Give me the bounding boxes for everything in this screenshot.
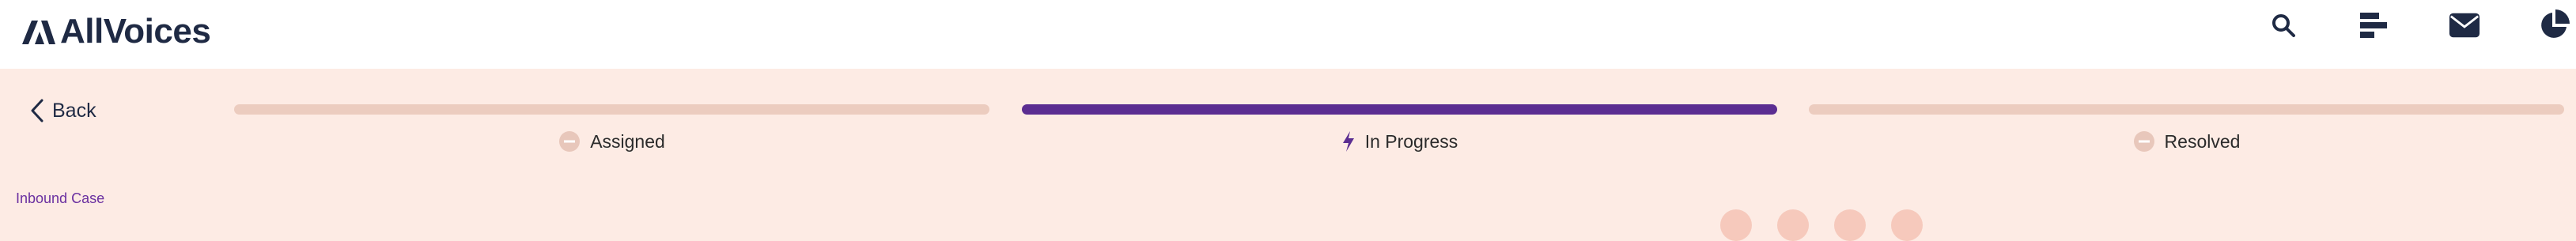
allvoices-logo-mark-icon: [22, 21, 55, 44]
step-assigned: Assigned: [234, 104, 989, 153]
case-progress-panel: Back Assigned In Progress Resolved Inbou…: [0, 69, 2576, 241]
case-type-label: Inbound Case: [16, 190, 105, 206]
brand-name: AllVoices: [60, 12, 211, 51]
list-icon[interactable]: [2358, 9, 2389, 41]
step-assigned-bar: [234, 104, 989, 115]
mail-icon[interactable]: [2449, 9, 2480, 41]
step-resolved: Resolved: [1809, 104, 2564, 153]
step-in-progress: In Progress: [1022, 104, 1777, 153]
back-button[interactable]: Back: [30, 99, 96, 122]
search-icon[interactable]: [2268, 9, 2299, 41]
top-navigation-bar: AllVoices: [0, 0, 2576, 69]
action-circle[interactable]: [1720, 209, 1752, 241]
step-assigned-label: Assigned: [590, 130, 665, 152]
step-resolved-label: Resolved: [2164, 130, 2241, 152]
minus-circle-icon: [558, 130, 581, 153]
chevron-left-icon: [31, 99, 44, 122]
lightning-icon: [1341, 130, 1356, 153]
action-circle[interactable]: [1777, 209, 1809, 241]
step-resolved-bar: [1809, 104, 2564, 115]
minus-circle-icon: [2133, 130, 2155, 153]
action-circle[interactable]: [1891, 209, 1923, 241]
action-circle[interactable]: [1834, 209, 1866, 241]
back-label: Back: [52, 99, 96, 122]
allvoices-logo[interactable]: AllVoices: [21, 11, 211, 52]
pie-chart-icon[interactable]: [2538, 9, 2570, 41]
step-in-progress-label: In Progress: [1364, 130, 1458, 152]
step-in-progress-bar: [1022, 104, 1777, 115]
